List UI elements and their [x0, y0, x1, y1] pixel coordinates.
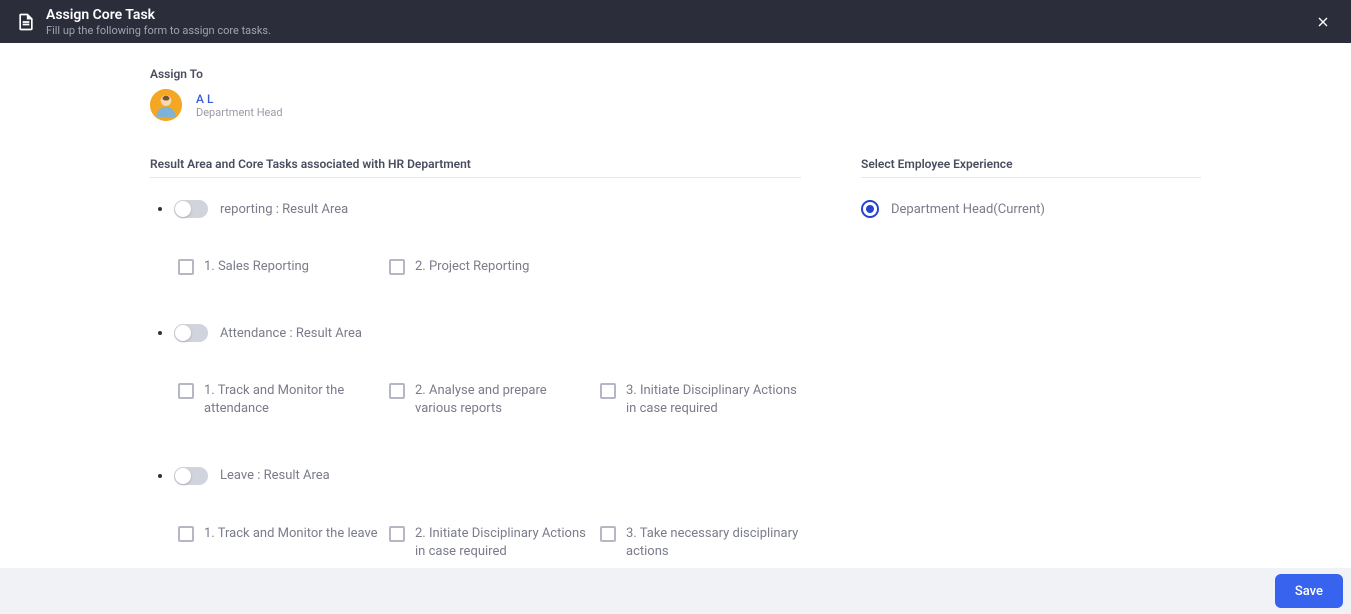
bullet-icon: [158, 474, 162, 478]
result-area-label: reporting : Result Area: [220, 202, 348, 217]
left-column: Result Area and Core Tasks associated wi…: [150, 157, 801, 609]
task-checkbox[interactable]: [178, 526, 194, 542]
header-left: Assign Core Task Fill up the following f…: [16, 7, 271, 37]
result-area-header: Attendance : Result Area: [150, 324, 801, 342]
radio-inner: [866, 205, 874, 213]
close-button[interactable]: [1311, 10, 1335, 34]
assignee-name: A L: [196, 92, 283, 106]
modal-footer: Save: [0, 568, 1351, 614]
bullet-icon: [158, 207, 162, 211]
result-area-attendance: Attendance : Result Area 1. Track and Mo…: [150, 324, 801, 418]
result-area-header: Leave : Result Area: [150, 467, 801, 485]
toggle-attendance[interactable]: [174, 324, 208, 342]
result-area-label: Leave : Result Area: [220, 468, 330, 483]
save-button[interactable]: Save: [1275, 574, 1343, 608]
result-area-leave: Leave : Result Area 1. Track and Monitor…: [150, 467, 801, 561]
toggle-knob: [175, 325, 191, 341]
task-checkbox[interactable]: [389, 526, 405, 542]
task-item: 1. Sales Reporting: [178, 258, 379, 276]
assignee-row: A L Department Head: [150, 89, 1201, 121]
modal-header: Assign Core Task Fill up the following f…: [0, 0, 1351, 43]
task-label: 3. Take necessary disciplinary actions: [626, 525, 801, 561]
task-item: 1. Track and Monitor the attendance: [178, 382, 379, 418]
toggle-knob: [175, 468, 191, 484]
task-label: 2. Initiate Disciplinary Actions in case…: [415, 525, 590, 561]
result-area-reporting: reporting : Result Area 1. Sales Reporti…: [150, 200, 801, 276]
tasks-grid: 1. Sales Reporting 2. Project Reporting: [150, 258, 801, 276]
header-text: Assign Core Task Fill up the following f…: [46, 7, 271, 37]
task-item: 2. Project Reporting: [389, 258, 590, 276]
task-checkbox[interactable]: [600, 526, 616, 542]
two-column-layout: Result Area and Core Tasks associated wi…: [150, 157, 1201, 609]
avatar: [150, 89, 182, 121]
task-checkbox[interactable]: [178, 383, 194, 399]
task-checkbox[interactable]: [389, 259, 405, 275]
task-item: 1. Track and Monitor the leave: [178, 525, 379, 561]
toggle-reporting[interactable]: [174, 200, 208, 218]
task-label: 2. Analyse and prepare various reports: [415, 382, 590, 418]
assign-to-section: Assign To A L Department Head: [150, 67, 1201, 121]
modal-content: Assign To A L Department Head Result Are…: [0, 43, 1351, 609]
radio-label: Department Head(Current): [891, 202, 1045, 217]
toggle-knob: [175, 201, 191, 217]
task-label: 2. Project Reporting: [415, 258, 529, 276]
task-checkbox[interactable]: [178, 259, 194, 275]
experience-option[interactable]: Department Head(Current): [861, 200, 1201, 218]
document-icon: [16, 12, 36, 32]
assignee-role: Department Head: [196, 106, 283, 119]
tasks-grid: 1. Track and Monitor the attendance 2. A…: [150, 382, 801, 418]
task-checkbox[interactable]: [389, 383, 405, 399]
result-area-section-header: Result Area and Core Tasks associated wi…: [150, 157, 801, 178]
task-item: 3. Initiate Disciplinary Actions in case…: [600, 382, 801, 418]
right-column: Select Employee Experience Department He…: [861, 157, 1201, 609]
assign-to-label: Assign To: [150, 67, 1201, 81]
task-label: 1. Track and Monitor the attendance: [204, 382, 379, 418]
task-item: 2. Analyse and prepare various reports: [389, 382, 590, 418]
tasks-grid: 1. Track and Monitor the leave 2. Initia…: [150, 525, 801, 561]
result-area-label: Attendance : Result Area: [220, 326, 362, 341]
assignee-info: A L Department Head: [196, 92, 283, 119]
task-label: 1. Sales Reporting: [204, 258, 309, 276]
task-item: 3. Take necessary disciplinary actions: [600, 525, 801, 561]
task-item: 2. Initiate Disciplinary Actions in case…: [389, 525, 590, 561]
toggle-leave[interactable]: [174, 467, 208, 485]
task-label: 1. Track and Monitor the leave: [204, 525, 378, 543]
modal-subtitle: Fill up the following form to assign cor…: [46, 24, 271, 37]
radio-button[interactable]: [861, 200, 879, 218]
task-checkbox[interactable]: [600, 383, 616, 399]
modal-title: Assign Core Task: [46, 7, 271, 23]
result-area-header: reporting : Result Area: [150, 200, 801, 218]
task-label: 3. Initiate Disciplinary Actions in case…: [626, 382, 801, 418]
bullet-icon: [158, 331, 162, 335]
employee-experience-header: Select Employee Experience: [861, 157, 1201, 178]
